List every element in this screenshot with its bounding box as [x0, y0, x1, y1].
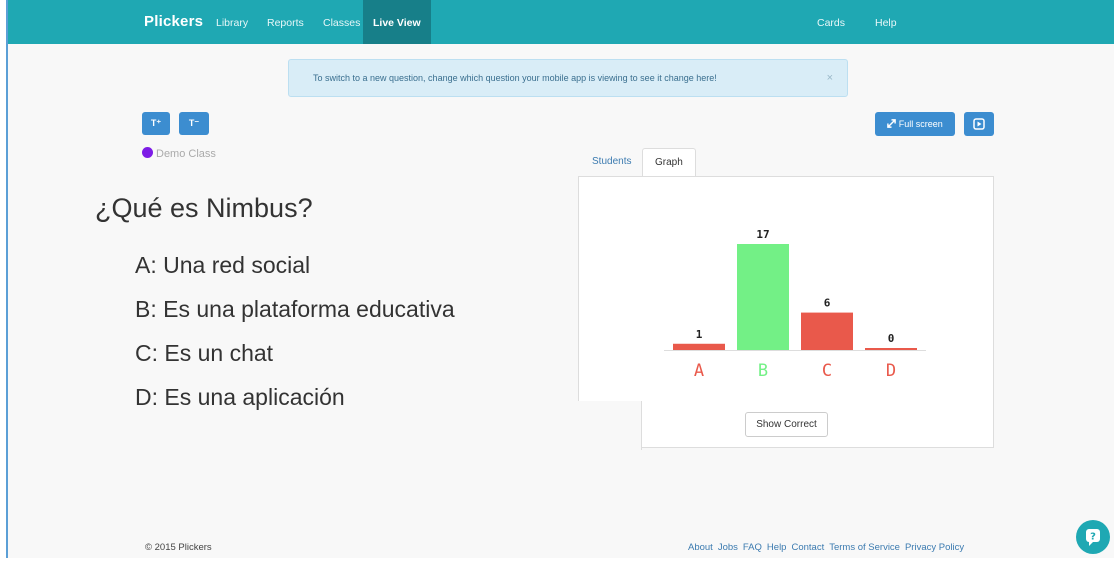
- font-decrease-button[interactable]: T⁻: [179, 112, 209, 135]
- chart-category-label: D: [886, 361, 896, 381]
- tab-students[interactable]: Students: [580, 148, 643, 177]
- help-chat-button[interactable]: ?: [1076, 520, 1110, 554]
- answer-text: Es una plataforma educativa: [163, 296, 455, 322]
- footer-link-contact[interactable]: Contact: [791, 542, 824, 553]
- answer-d: D: Es una aplicación: [135, 384, 345, 411]
- expand-icon: [887, 119, 897, 128]
- chat-help-icon: ?: [1086, 529, 1100, 546]
- class-name: Demo Class: [156, 148, 216, 160]
- play-icon: [973, 118, 985, 130]
- chart-bar-c: [801, 312, 853, 350]
- footer-link-faq[interactable]: FAQ: [743, 542, 762, 553]
- chart-value-label: 17: [756, 228, 769, 241]
- footer-link-about[interactable]: About: [688, 542, 713, 553]
- chart-bar-a: [673, 343, 725, 350]
- present-button[interactable]: [964, 112, 994, 136]
- question-text: ¿Qué es Nimbus?: [95, 193, 313, 223]
- answer-letter: D:: [135, 384, 158, 410]
- show-correct-button[interactable]: Show Correct: [745, 412, 828, 437]
- alert-message: To switch to a new question, change whic…: [313, 73, 717, 83]
- alert-close-icon[interactable]: ×: [827, 60, 833, 96]
- answer-c: C: Es un chat: [135, 340, 273, 367]
- brand-logo[interactable]: Plickers: [144, 13, 203, 30]
- fullscreen-label: Full screen: [898, 119, 943, 129]
- chart-value-label: 6: [824, 297, 831, 310]
- class-color-dot: [142, 147, 153, 158]
- footer-links: About Jobs FAQ Help Contact Terms of Service P…: [688, 542, 969, 553]
- answer-a: A: Una red social: [135, 252, 310, 279]
- answer-letter: B:: [135, 296, 157, 322]
- footer-link-terms[interactable]: Terms of Service: [829, 542, 900, 553]
- chart-value-label: 0: [888, 332, 895, 345]
- chart-bar-d: [865, 348, 917, 350]
- answer-letter: C:: [135, 340, 158, 366]
- chart-value-label: 1: [696, 328, 703, 341]
- font-decrease-icon: T⁻: [188, 118, 200, 128]
- answer-text: Es un chat: [164, 340, 274, 366]
- font-increase-button[interactable]: T⁺: [142, 112, 170, 135]
- nav-library[interactable]: Library: [206, 0, 258, 44]
- info-alert: To switch to a new question, change whic…: [288, 59, 848, 97]
- nav-live-view[interactable]: Live View: [363, 0, 431, 44]
- footer-copyright: © 2015 Plickers: [145, 542, 212, 553]
- chart-category-label: C: [822, 361, 832, 381]
- panel-notch: [578, 401, 642, 450]
- tab-graph[interactable]: Graph: [642, 148, 696, 177]
- answer-text: Una red social: [163, 252, 311, 278]
- answer-b: B: Es una plataforma educativa: [135, 296, 455, 323]
- fullscreen-button[interactable]: Full screen: [875, 112, 955, 136]
- class-indicator: Demo Class: [142, 147, 216, 160]
- answer-text: Es una aplicación: [164, 384, 345, 410]
- footer-link-privacy[interactable]: Privacy Policy: [905, 542, 964, 553]
- top-navbar: Plickers Library Reports Classes Live Vi…: [8, 0, 1114, 44]
- response-chart: 1 A 17 B 6 C 0 D: [664, 228, 926, 381]
- nav-classes[interactable]: Classes: [313, 0, 370, 44]
- chart-category-label: A: [694, 361, 704, 381]
- nav-reports[interactable]: Reports: [257, 0, 314, 44]
- footer-link-jobs[interactable]: Jobs: [718, 542, 738, 553]
- font-increase-icon: T⁺: [150, 118, 162, 128]
- svg-text:?: ?: [1090, 532, 1096, 543]
- window-frame-left: [0, 0, 8, 561]
- chart-bar-b: [737, 244, 789, 350]
- nav-cards[interactable]: Cards: [807, 0, 855, 44]
- answer-letter: A:: [135, 252, 157, 278]
- nav-help[interactable]: Help: [865, 0, 907, 44]
- chart-category-label: B: [758, 361, 768, 381]
- footer-link-help[interactable]: Help: [767, 542, 787, 553]
